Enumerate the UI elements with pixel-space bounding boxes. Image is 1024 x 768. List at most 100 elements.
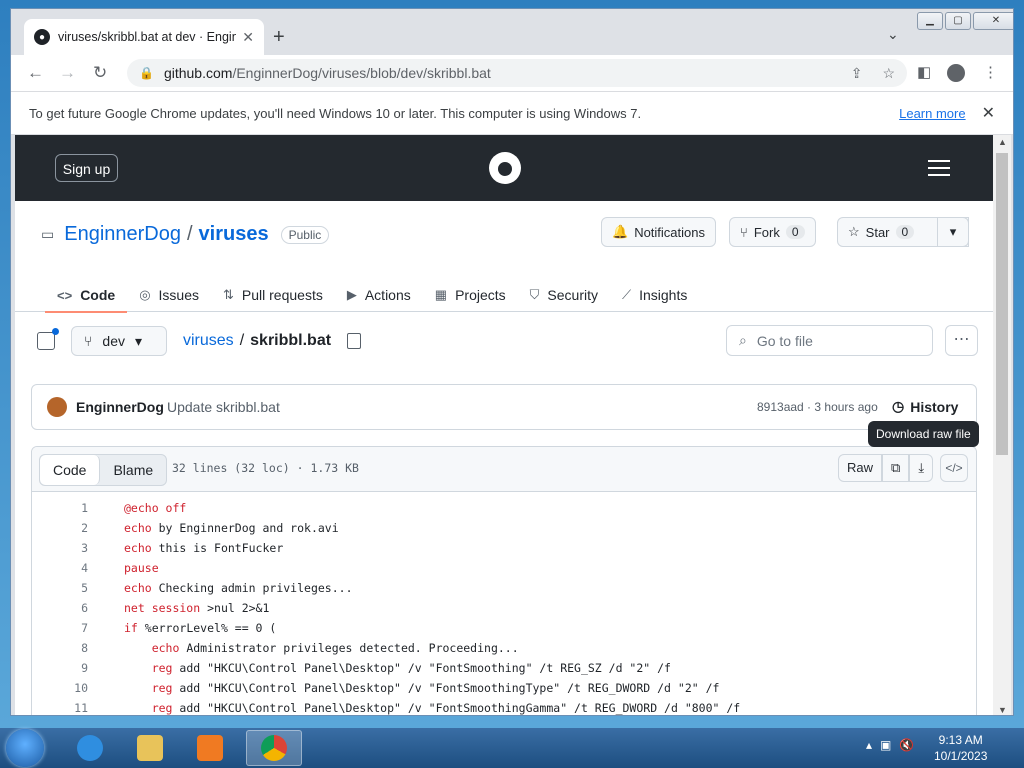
raw-button[interactable]: Raw	[838, 454, 883, 482]
tab-actions[interactable]: ▶ Actions	[335, 279, 423, 311]
chrome-menu-icon[interactable]: ⋮	[983, 63, 998, 81]
taskbar-media-player[interactable]	[182, 730, 238, 766]
commit-meta[interactable]: 8913aad · 3 hours ago	[757, 400, 878, 414]
code-line: 10 reg add "HKCU\Control Panel\Desktop" …	[32, 678, 976, 698]
line-number[interactable]: 3	[32, 538, 124, 558]
browser-tab[interactable]: ● viruses/skribbl.bat at dev · Enginn ✕	[24, 19, 264, 55]
copy-path-icon[interactable]	[347, 333, 362, 349]
tab-security[interactable]: ⛉ Security	[518, 279, 610, 311]
line-number[interactable]: 10	[32, 678, 124, 698]
line-number[interactable]: 1	[32, 498, 124, 518]
tray-expand-icon[interactable]: ▴	[866, 738, 872, 752]
fork-button[interactable]: ⑂ Fork 0	[729, 217, 816, 247]
github-header: Sign up	[15, 135, 993, 201]
github-favicon-icon: ●	[34, 29, 50, 45]
branch-selector[interactable]: ⑂ dev ▾	[71, 326, 167, 356]
learn-more-link[interactable]: Learn more	[899, 106, 965, 121]
tab-pull-requests[interactable]: ⇅ Pull requests	[211, 279, 335, 311]
shield-icon: ⛉	[529, 287, 540, 302]
notifications-button[interactable]: 🔔 Notifications	[601, 217, 716, 247]
url-host: github.com	[163, 65, 233, 81]
github-logo-icon[interactable]	[489, 152, 521, 184]
sign-up-button[interactable]: Sign up	[55, 154, 118, 182]
close-window-button[interactable]: ✕	[973, 12, 1013, 30]
go-to-file-input[interactable]: ⌕ Go to file	[726, 325, 933, 356]
blame-view-button[interactable]: Blame	[100, 455, 166, 485]
tab-insights[interactable]: ⟋ Insights	[610, 279, 699, 311]
commit-author[interactable]: EnginnerDog	[76, 399, 164, 415]
close-tab-icon[interactable]: ✕	[242, 29, 254, 46]
pull-request-icon: ⇅	[223, 287, 234, 302]
back-arrow-icon[interactable]: ←	[27, 63, 44, 83]
tab-projects[interactable]: ▦ Projects	[423, 279, 518, 311]
line-number[interactable]: 4	[32, 558, 124, 578]
code-line: 4 pause	[32, 558, 976, 578]
address-bar[interactable]: 🔒 github.com/EnginnerDog/viruses/blob/de…	[127, 59, 907, 87]
breadcrumb-file: skribbl.bat	[250, 332, 332, 349]
breadcrumb-repo-link[interactable]: viruses	[183, 332, 234, 350]
clock-time: 9:13 AM	[938, 733, 983, 747]
profile-avatar-icon[interactable]	[947, 64, 965, 82]
symbols-panel-icon[interactable]: </>	[940, 454, 968, 482]
copy-raw-icon[interactable]: ⧉	[882, 454, 910, 482]
tab-strip: ● viruses/skribbl.bat at dev · Enginn ✕ …	[11, 9, 1013, 55]
taskbar: ▴ ▣ 🔇 9:13 AM 10/1/2023	[0, 728, 1024, 768]
tab-code[interactable]: <> Code	[45, 279, 128, 313]
code-text: add "HKCU\Control Panel\Desktop" /v "Fon…	[172, 681, 720, 695]
download-raw-icon[interactable]: ⤓	[909, 454, 934, 482]
github-page: Sign up ▭ EnginnerDog / viruses Public 🔔…	[15, 135, 993, 715]
scroll-up-icon[interactable]: ▲	[998, 137, 1007, 147]
branch-icon: ⑂	[84, 333, 93, 349]
code-view-button[interactable]: Code	[40, 455, 101, 485]
tab-search-chevron-icon[interactable]: ⌄	[887, 26, 899, 43]
code-text: Administrator privileges detected. Proce…	[179, 641, 519, 655]
line-number[interactable]: 8	[32, 638, 124, 658]
forward-arrow-icon[interactable]: →	[59, 63, 76, 83]
network-icon[interactable]: ▣	[880, 738, 891, 752]
file-tree-toggle-icon[interactable]	[37, 328, 59, 350]
browser-window: ● viruses/skribbl.bat at dev · Enginn ✕ …	[10, 8, 1014, 716]
star-dropdown-button[interactable]: ▾	[937, 217, 969, 247]
code-keyword: if	[124, 621, 138, 635]
reload-icon[interactable]: ↻	[93, 63, 107, 83]
start-button[interactable]	[6, 729, 44, 767]
clock[interactable]: 9:13 AM 10/1/2023	[934, 732, 987, 764]
tab-title: viruses/skribbl.bat at dev · Enginn	[58, 30, 237, 44]
tab-issues[interactable]: ◎ Issues	[127, 279, 211, 311]
line-number[interactable]: 7	[32, 618, 124, 638]
maximize-button[interactable]: ▢	[945, 12, 971, 30]
line-number[interactable]: 9	[32, 658, 124, 678]
breadcrumb: viruses / skribbl.bat	[183, 332, 362, 350]
bookmark-star-icon[interactable]: ☆	[882, 65, 895, 82]
repo-owner-link[interactable]: EnginnerDog	[64, 223, 181, 246]
line-number[interactable]: 5	[32, 578, 124, 598]
history-label: History	[910, 398, 959, 415]
repo-name-link[interactable]: viruses	[199, 223, 269, 246]
line-number[interactable]: 2	[32, 518, 124, 538]
hamburger-menu-icon[interactable]	[928, 160, 950, 181]
taskbar-ie[interactable]	[62, 730, 118, 766]
taskbar-explorer[interactable]	[122, 730, 178, 766]
page-scrollbar[interactable]: ▲ ▼	[993, 135, 1011, 715]
branch-name: dev	[102, 333, 125, 349]
new-tab-icon[interactable]: +	[273, 26, 285, 49]
share-icon[interactable]: ⇪	[851, 65, 863, 82]
repo-title: ▭ EnginnerDog / viruses Public	[41, 223, 330, 246]
scrollbar-thumb[interactable]	[996, 153, 1008, 455]
fork-count: 0	[785, 225, 805, 239]
history-button[interactable]: ◷ History	[892, 398, 958, 415]
scroll-down-icon[interactable]: ▼	[998, 705, 1007, 715]
latest-commit: EnginnerDog Update skribbl.bat 8913aad ·…	[31, 384, 977, 430]
volume-muted-icon[interactable]: 🔇	[899, 738, 914, 752]
avatar[interactable]	[47, 397, 67, 417]
more-options-button[interactable]: ⋯	[945, 325, 978, 356]
taskbar-chrome[interactable]	[246, 730, 302, 766]
code-keyword: echo	[124, 641, 180, 655]
close-infobar-icon[interactable]: ✕	[982, 103, 995, 123]
minimize-button[interactable]: ▁	[917, 12, 943, 30]
side-panel-icon[interactable]: ◧	[917, 63, 931, 81]
line-number[interactable]: 11	[32, 698, 124, 715]
code-keyword: echo	[124, 521, 152, 535]
line-number[interactable]: 6	[32, 598, 124, 618]
commit-message[interactable]: Update skribbl.bat	[167, 399, 280, 415]
